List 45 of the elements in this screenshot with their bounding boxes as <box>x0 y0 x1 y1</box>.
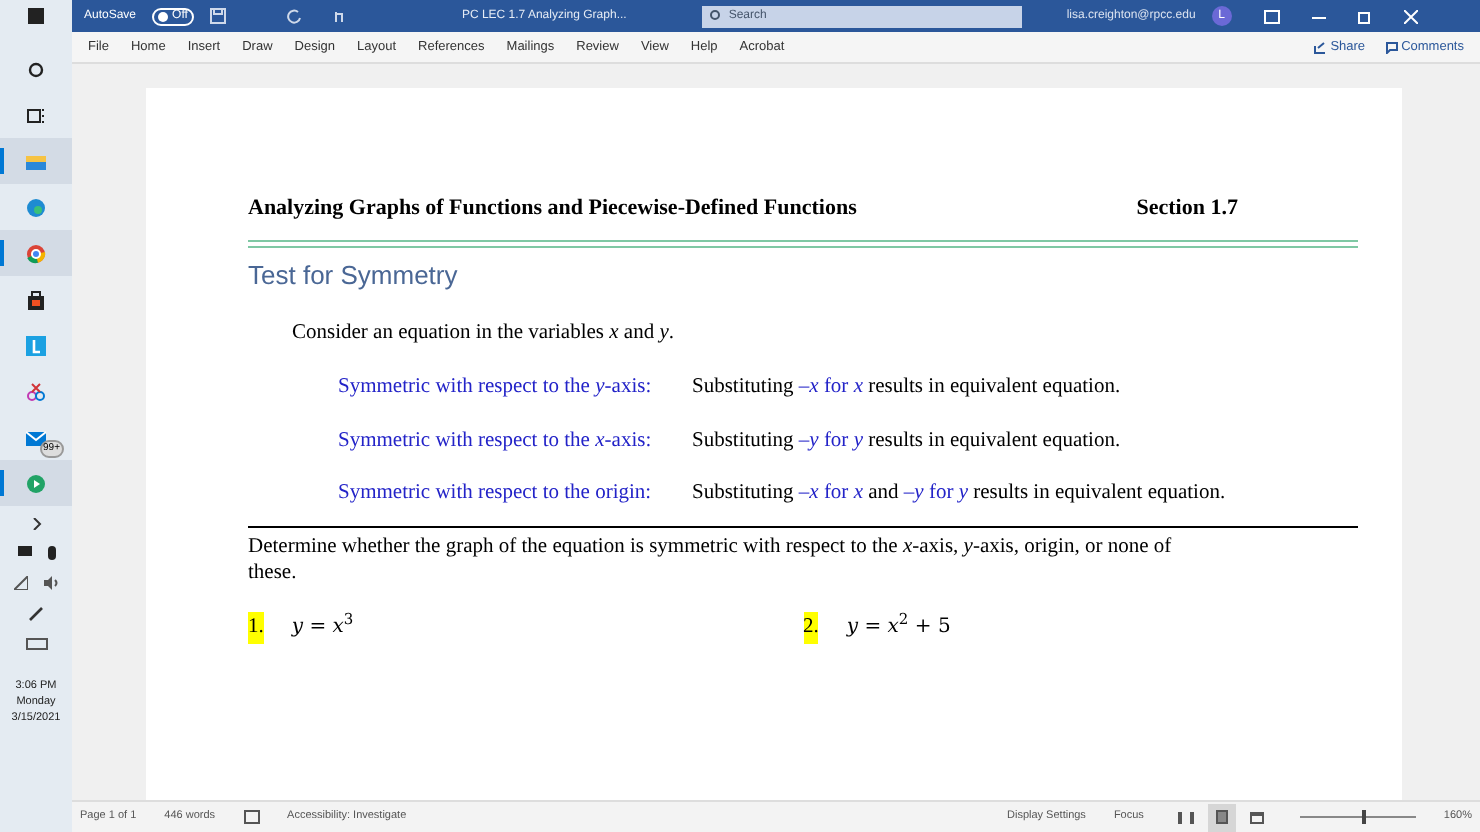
close-icon[interactable] <box>1403 9 1418 23</box>
speaker-icon[interactable] <box>43 576 59 590</box>
proofing-icon[interactable] <box>243 810 260 824</box>
ribbon-display-icon[interactable] <box>1263 9 1280 23</box>
letter-tile-icon[interactable] <box>26 335 46 355</box>
equation: y = x$^{2}$ + 5 <box>846 612 951 642</box>
start-icon[interactable] <box>28 8 44 24</box>
browser-icon <box>26 243 46 263</box>
taskbar-button[interactable] <box>0 460 72 506</box>
network-icon[interactable] <box>13 576 27 590</box>
restore-icon[interactable] <box>1357 9 1372 23</box>
keyboard-icon[interactable] <box>25 638 47 650</box>
redo-icon[interactable] <box>285 8 302 24</box>
rule-text: Substituting –y for y results in equivalent equation. <box>692 427 1121 455</box>
scissors-icon[interactable] <box>26 381 46 401</box>
rule-label: Symmetric with respect to the origin: <box>338 480 654 509</box>
chevron-icon[interactable] <box>31 518 41 530</box>
share-icon <box>1314 41 1327 53</box>
rule-label: Symmetric with respect to the y-axis: <box>338 373 654 402</box>
equation: y = x$^{3}$ <box>291 612 354 642</box>
save-icon[interactable] <box>209 8 226 24</box>
search-icon[interactable] <box>26 59 46 79</box>
browser-icon[interactable] <box>26 197 46 217</box>
taskbar-button[interactable] <box>0 138 72 184</box>
envelope-icon[interactable] <box>26 427 46 447</box>
taskbar-button[interactable] <box>0 230 72 276</box>
rule-label: Symmetric with respect to the x-axis: <box>338 427 654 455</box>
instructions-text: Determine whether the graph of the equation is symmetric with respect to the x-axis, y-axis, origin, or none of these. <box>248 534 1174 586</box>
section-number: Section 1.7 <box>1136 194 1238 224</box>
zoom-thumb[interactable] <box>1361 810 1366 824</box>
intro-text: Consider an equation in the variables x and y. <box>292 320 677 348</box>
problem-number: 2. <box>803 612 819 644</box>
shopping-bag-icon[interactable] <box>26 289 46 309</box>
search-icon <box>710 10 723 22</box>
section-heading: Test for Symmetry <box>248 257 460 294</box>
pen-icon[interactable] <box>28 606 44 622</box>
play-circle-icon <box>26 473 46 493</box>
folder-icon <box>26 151 46 171</box>
rule-text: Substituting –x for x results in equivalent equation. <box>692 373 1121 402</box>
zoom-slider[interactable] <box>1299 809 1416 825</box>
problem-number: 1. <box>248 612 264 644</box>
rule-text: Substituting –x for x and –y for y results in equivalent equation. <box>692 480 1226 509</box>
print-layout-icon[interactable] <box>1207 803 1236 831</box>
comment-icon <box>1385 41 1398 53</box>
document-header: Analyzing Graphs of Functions and Piecewise-Defined Functions <box>248 194 857 224</box>
